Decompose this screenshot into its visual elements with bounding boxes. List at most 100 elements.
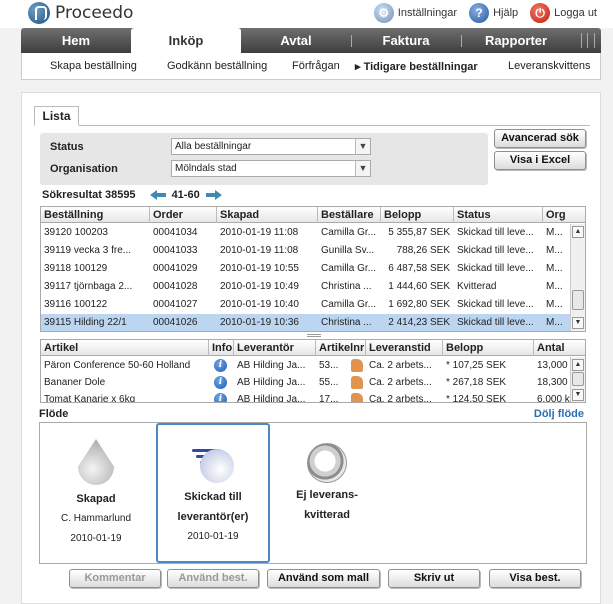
list-item[interactable]: Tomat Kanarie x 6kg AB Hilding Ja... 17...…	[41, 391, 572, 403]
table-cell: AB Hilding Ja...	[237, 360, 306, 371]
subnav-create-order[interactable]: Skapa beställning	[50, 60, 137, 72]
subnav-request[interactable]: Förfrågan	[292, 60, 340, 72]
table-row[interactable]: 39120 100203 00041034 2010-01-19 11:08 Cami…	[41, 224, 570, 242]
table-row[interactable]: 39116 100122 00041027 2010-01-19 10:40 Cami…	[41, 296, 570, 314]
table-cell: Camilla Gr...	[321, 263, 377, 274]
table-cell: Skickad till leve...	[457, 317, 534, 328]
table-row[interactable]: 39119 vecka 3 fre... 00041033 2010-01-19 1…	[41, 242, 570, 260]
col-info[interactable]: Info	[209, 340, 234, 356]
organisation-select[interactable]: Mölndals stad ▼	[171, 160, 371, 177]
show-order-button[interactable]: Visa best.	[489, 569, 581, 588]
table-cell: M...	[546, 245, 563, 256]
table-cell: Ca. 2 arbets...	[369, 377, 432, 388]
col-orderer[interactable]: Beställare	[318, 207, 381, 223]
scroll-thumb[interactable]	[572, 372, 584, 386]
use-order-button[interactable]: Använd best.	[167, 569, 259, 588]
table-cell: 2010-01-19 11:08	[220, 227, 299, 238]
table-row[interactable]: 39115 Hilding 22/1 00041026 2010-01-19 10:…	[41, 314, 570, 331]
hide-flow-link[interactable]: Dölj flöde	[534, 408, 584, 420]
table-cell: 39117 tjörnbaga 2...	[44, 281, 133, 292]
thumbs-up-icon	[351, 393, 363, 402]
advanced-search-button[interactable]: Avancerad sök	[494, 129, 586, 148]
table-cell: * 267,18 SEK	[446, 377, 507, 388]
col-amount[interactable]: Belopp	[381, 207, 454, 223]
flow-step-not-receipted: Ej leverans- kvitterad	[273, 423, 381, 563]
col-status[interactable]: Status	[454, 207, 543, 223]
table-cell: 5 355,87 SEK	[388, 227, 450, 238]
scroll-up-icon[interactable]: ▲	[572, 226, 584, 238]
table-cell: 2 414,23 SEK	[388, 317, 450, 328]
comment-button[interactable]: Kommentar	[69, 569, 161, 588]
col-article-amount[interactable]: Belopp	[443, 340, 534, 356]
tab-divider	[34, 125, 590, 126]
previous-page-icon[interactable]	[149, 190, 166, 200]
table-cell: 2010-01-19 10:49	[220, 281, 299, 292]
chevron-down-icon: ▼	[355, 161, 370, 176]
logout-label: Logga ut	[554, 7, 597, 19]
pager: 41-60	[149, 189, 222, 201]
nav-tab-inkop[interactable]: Inköp	[131, 28, 241, 53]
table-cell: 00041027	[153, 299, 198, 310]
use-as-template-button[interactable]: Använd som mall	[267, 569, 380, 588]
settings-label: Inställningar	[397, 7, 458, 19]
nav-tab-avtal[interactable]: Avtal	[241, 28, 351, 53]
table-cell: 1 692,80 SEK	[388, 299, 450, 310]
table-cell: Ca. 2 arbets...	[369, 394, 432, 403]
scroll-up-icon[interactable]: ▲	[572, 359, 584, 371]
list-item[interactable]: Bananer Dole AB Hilding Ja... 55... Ca. 2 a…	[41, 374, 572, 391]
show-excel-button[interactable]: Visa i Excel	[494, 151, 586, 170]
articles-scrollbar[interactable]: ▲ ▼	[570, 357, 585, 402]
print-button[interactable]: Skriv ut	[388, 569, 480, 588]
subnav-previous-orders[interactable]: ▸ Tidigare beställningar	[355, 60, 478, 73]
next-page-icon[interactable]	[205, 190, 222, 200]
created-drop-icon	[78, 439, 114, 485]
help-label: Hjälp	[493, 7, 519, 19]
nav-tab-faktura[interactable]: Faktura	[351, 28, 461, 53]
top-bar: Proceedo ⚙ Inställningar ? Hjälp ⏻ Logga…	[0, 0, 613, 28]
table-cell: Ca. 2 arbets...	[369, 360, 432, 371]
scroll-down-icon[interactable]: ▼	[572, 389, 584, 401]
table-cell: M...	[546, 281, 563, 292]
info-icon[interactable]: i	[214, 376, 227, 389]
table-cell: 18,300 ...	[537, 377, 572, 388]
table-row[interactable]: 39118 100129 00041029 2010-01-19 10:55 Cami…	[41, 260, 570, 278]
table-cell: 39119 vecka 3 fre...	[44, 245, 132, 256]
subnav-delivery-receipt[interactable]: Leveranskvittens	[508, 60, 591, 72]
col-delivery-time[interactable]: Leveranstid	[366, 340, 443, 356]
content-panel: Lista Status Alla beställningar ▼ Organi…	[21, 92, 601, 604]
sent-drop-icon	[190, 445, 236, 485]
orders-scrollbar[interactable]: ▲ ▼	[570, 224, 585, 331]
col-article-number[interactable]: Artikelnr	[316, 340, 366, 356]
orders-table-header: Beställning Order Skapad Beställare Belo…	[41, 207, 585, 223]
tab-lista[interactable]: Lista	[34, 106, 79, 126]
col-org[interactable]: Org	[543, 207, 585, 223]
nav-tab-rapporter[interactable]: Rapporter	[461, 28, 571, 53]
col-supplier[interactable]: Leverantör	[234, 340, 316, 356]
orders-table: Beställning Order Skapad Beställare Belo…	[40, 206, 586, 332]
col-quantity[interactable]: Antal	[534, 340, 585, 356]
nav-grip-icon	[581, 33, 595, 48]
splitter-grip-icon[interactable]	[307, 334, 321, 337]
help-link[interactable]: ? Hjälp	[469, 3, 518, 23]
scroll-thumb[interactable]	[572, 290, 584, 310]
thumbs-up-icon	[351, 376, 363, 389]
nav-tab-hem[interactable]: Hem	[21, 28, 131, 53]
subnav-approve-order[interactable]: Godkänn beställning	[167, 60, 267, 72]
col-order-number[interactable]: Order	[150, 207, 217, 223]
table-cell: Kvitterad	[457, 281, 497, 292]
status-select[interactable]: Alla beställningar ▼	[171, 138, 371, 155]
col-created[interactable]: Skapad	[217, 207, 318, 223]
col-article[interactable]: Artikel	[41, 340, 209, 356]
info-icon[interactable]: i	[214, 359, 227, 372]
table-row[interactable]: 39117 tjörnbaga 2... 00041028 2010-01-19 1…	[41, 278, 570, 296]
sub-nav: Skapa beställning Godkänn beställning Fö…	[21, 53, 601, 80]
info-icon[interactable]: i	[214, 393, 227, 402]
col-order-name[interactable]: Beställning	[41, 207, 150, 223]
settings-link[interactable]: ⚙ Inställningar	[373, 3, 458, 23]
table-cell: M...	[546, 263, 563, 274]
list-item[interactable]: Päron Conference 50-60 Holland AB Hilding…	[41, 357, 572, 374]
organisation-select-value: Mölndals stad	[175, 163, 237, 174]
flow-step-name: Ej leverans-	[296, 489, 358, 501]
scroll-down-icon[interactable]: ▼	[572, 317, 584, 329]
logout-link[interactable]: ⏻ Logga ut	[530, 3, 597, 23]
